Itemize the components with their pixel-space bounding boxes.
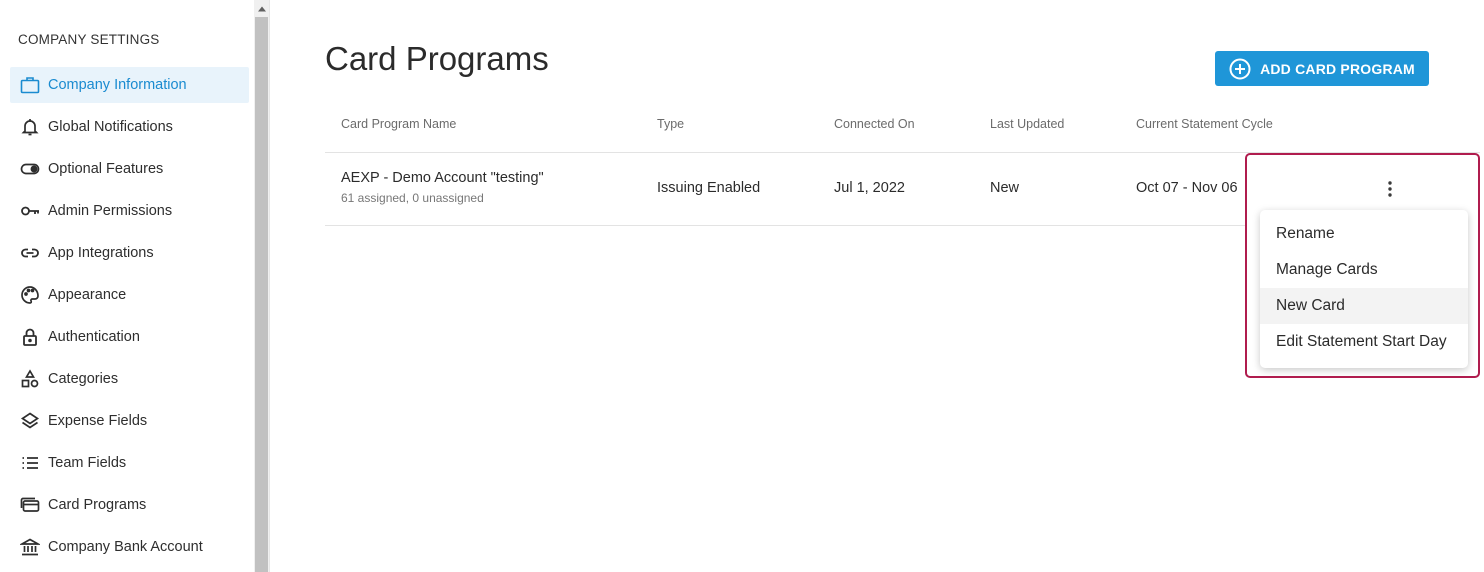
sidebar-item-team-fields[interactable]: Team Fields [10, 445, 249, 481]
menu-item-manage-cards[interactable]: Manage Cards [1260, 252, 1468, 288]
plus-circle-icon [1229, 58, 1251, 79]
settings-sidebar: COMPANY SETTINGS Company Information Glo… [0, 0, 254, 572]
table-header-divider [325, 152, 1480, 153]
list-icon [19, 452, 41, 474]
layers-icon [19, 410, 41, 432]
card-program-connected-on: Jul 1, 2022 [834, 180, 905, 196]
sidebar-item-label: Optional Features [48, 161, 164, 177]
card-program-name[interactable]: AEXP - Demo Account "testing" [341, 170, 544, 186]
add-card-program-label: ADD CARD PROGRAM [1260, 60, 1415, 77]
sidebar-item-authentication[interactable]: Authentication [10, 319, 249, 355]
lock-icon [19, 326, 41, 348]
menu-item-new-card[interactable]: New Card [1260, 288, 1468, 324]
sidebar-item-label: Card Programs [48, 497, 147, 513]
sidebar-item-appearance[interactable]: Appearance [10, 277, 249, 313]
sidebar-item-label: Global Notifications [48, 119, 173, 135]
card-program-statement-cycle: Oct 07 - Nov 06 [1136, 180, 1238, 196]
add-card-program-button[interactable]: ADD CARD PROGRAM [1215, 51, 1429, 86]
column-header-statement-cycle[interactable]: Current Statement Cycle [1136, 117, 1273, 131]
sidebar-item-app-integrations[interactable]: App Integrations [10, 235, 249, 271]
column-header-connected-on[interactable]: Connected On [834, 117, 915, 131]
toggle-icon [19, 158, 41, 180]
scroll-thumb[interactable] [255, 17, 268, 572]
sidebar-item-optional-features[interactable]: Optional Features [10, 151, 249, 187]
sidebar-nav: Company Information Global Notifications… [10, 67, 249, 571]
sidebar-item-company-bank-account[interactable]: Company Bank Account [10, 529, 249, 565]
sidebar-item-global-notifications[interactable]: Global Notifications [10, 109, 249, 145]
sidebar-item-admin-permissions[interactable]: Admin Permissions [10, 193, 249, 229]
briefcase-icon [19, 74, 41, 96]
menu-item-rename[interactable]: Rename [1260, 216, 1468, 252]
sidebar-item-label: App Integrations [48, 245, 154, 261]
bank-icon [19, 536, 41, 558]
table-row-divider [325, 225, 1245, 226]
row-actions-button[interactable] [1380, 178, 1400, 200]
more-vertical-icon [1388, 181, 1392, 197]
sidebar-item-expense-fields[interactable]: Expense Fields [10, 403, 249, 439]
card-program-type: Issuing Enabled [657, 180, 761, 196]
divider [269, 0, 270, 572]
sidebar-item-card-programs[interactable]: Card Programs [10, 487, 249, 523]
menu-item-edit-statement-start-day[interactable]: Edit Statement Start Day [1260, 324, 1468, 360]
sidebar-item-label: Appearance [48, 287, 127, 303]
scroll-up-arrow-icon[interactable] [254, 0, 269, 17]
sidebar-item-label: Team Fields [48, 455, 127, 471]
cards-icon [19, 494, 41, 516]
column-header-name[interactable]: Card Program Name [341, 117, 456, 131]
sidebar-item-categories[interactable]: Categories [10, 361, 249, 397]
sidebar-item-label: Admin Permissions [48, 203, 173, 219]
palette-icon [19, 284, 41, 306]
link-icon [19, 242, 41, 264]
bell-icon [19, 116, 41, 138]
shapes-icon [19, 368, 41, 390]
column-header-type[interactable]: Type [657, 117, 684, 131]
card-program-last-updated: New [990, 180, 1020, 196]
sidebar-item-label: Authentication [48, 329, 140, 345]
sidebar-item-company-information[interactable]: Company Information [10, 67, 249, 103]
key-icon [19, 200, 41, 222]
sidebar-heading: COMPANY SETTINGS [18, 32, 160, 47]
sidebar-item-label: Company Bank Account [48, 539, 203, 555]
page-title: Card Programs [325, 40, 549, 77]
sidebar-scrollbar[interactable] [254, 0, 269, 572]
card-program-assignment-summary: 61 assigned, 0 unassigned [341, 191, 484, 205]
sidebar-item-label: Expense Fields [48, 413, 148, 429]
column-header-last-updated[interactable]: Last Updated [990, 117, 1064, 131]
sidebar-item-label: Categories [48, 371, 119, 387]
sidebar-item-label: Company Information [48, 77, 187, 93]
row-actions-menu: Rename Manage Cards New Card Edit Statem… [1260, 210, 1468, 368]
